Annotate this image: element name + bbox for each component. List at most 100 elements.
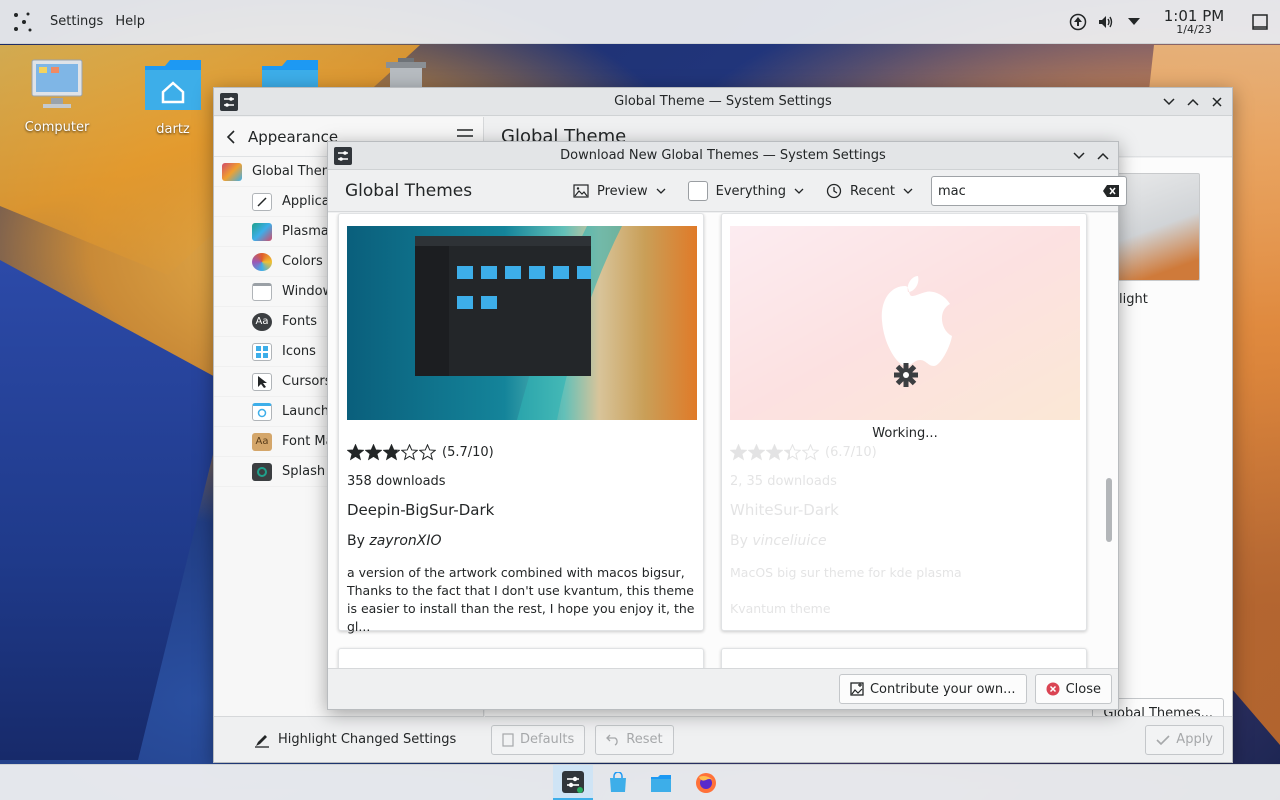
- rating: (5.7/10): [347, 444, 494, 461]
- minimize-button[interactable]: [1160, 93, 1178, 111]
- maximize-button[interactable]: [1184, 93, 1202, 111]
- apply-label: Apply: [1176, 732, 1213, 747]
- task-discover[interactable]: [598, 765, 638, 800]
- download-themes-dialog: Download New Global Themes — System Sett…: [327, 141, 1127, 710]
- dialog-title: Download New Global Themes — System Sett…: [560, 148, 886, 163]
- system-settings-app-icon[interactable]: [220, 93, 238, 115]
- loading-status: Working...: [872, 426, 938, 441]
- tray-expand-icon[interactable]: [1120, 0, 1148, 44]
- theme-screenshot[interactable]: [347, 226, 697, 420]
- discover-store-icon: [610, 772, 626, 792]
- author-prefix: By: [347, 533, 370, 549]
- update-notifier-icon[interactable]: [1064, 0, 1092, 44]
- defaults-button[interactable]: Defaults: [491, 724, 586, 755]
- highlight-label: Highlight Changed Settings: [278, 732, 457, 747]
- titlebar[interactable]: Download New Global Themes — System Sett…: [328, 142, 1118, 170]
- star-icon: [347, 444, 364, 461]
- desktop-icon-label: dartz: [156, 122, 190, 137]
- titlebar[interactable]: Global Theme — System Settings: [214, 88, 1232, 116]
- desktop-icon-dartz[interactable]: dartz: [133, 58, 213, 137]
- font-management-icon: Aa: [252, 432, 272, 451]
- sidebar-back-label[interactable]: Appearance: [248, 128, 338, 146]
- menu-settings[interactable]: Settings: [44, 14, 109, 29]
- highlight-changed-settings-button[interactable]: Highlight Changed Settings: [214, 716, 484, 762]
- firefox-icon: [696, 773, 716, 793]
- menu-help[interactable]: Help: [109, 14, 151, 29]
- back-arrow-icon[interactable]: [226, 129, 236, 144]
- sort-dropdown[interactable]: Recent: [818, 176, 921, 206]
- theme-preview-thumbnail[interactable]: [1115, 173, 1200, 281]
- colors-icon: [252, 252, 272, 271]
- theme-name[interactable]: WhiteSur-Dark: [730, 501, 839, 519]
- app-launcher-button[interactable]: [0, 0, 44, 44]
- gear-icon: [893, 362, 919, 392]
- theme-card[interactable]: (5.7/10) 358 downloads Deepin-BigSur-Dar…: [338, 213, 704, 634]
- system-settings-app-icon[interactable]: [334, 147, 352, 169]
- star-icon: [383, 444, 400, 461]
- task-system-settings[interactable]: [553, 765, 593, 800]
- close-label: Close: [1065, 681, 1101, 697]
- minimize-button[interactable]: [1070, 147, 1088, 165]
- theme-card[interactable]: Working... (6.7/10) 2, 35 downloads Whit…: [721, 213, 1087, 631]
- reset-label: Reset: [626, 732, 663, 747]
- sidebar-item-label: Cursors: [282, 374, 332, 389]
- defaults-label: Defaults: [520, 732, 575, 747]
- chevron-down-icon: [656, 188, 666, 194]
- search-input[interactable]: mac: [930, 176, 1127, 206]
- splash-screen-icon: [252, 462, 272, 481]
- view-mode-label: Preview: [597, 183, 648, 199]
- show-desktop-icon[interactable]: [1240, 0, 1280, 44]
- sort-label: Recent: [850, 183, 895, 199]
- contribute-button[interactable]: Contribute your own...: [838, 674, 1027, 704]
- view-mode-dropdown[interactable]: Preview: [565, 176, 674, 206]
- document-icon: [502, 732, 514, 747]
- author-name: zayronXIO: [369, 533, 442, 549]
- maximize-button[interactable]: [1094, 147, 1112, 165]
- clock-icon: [826, 183, 842, 199]
- desktop-icon-computer[interactable]: Computer: [17, 58, 97, 135]
- close-dialog-button[interactable]: Close: [1034, 674, 1112, 704]
- scrollbar-handle[interactable]: [1106, 478, 1112, 542]
- dialog-heading: Global Themes: [345, 180, 473, 201]
- reset-button[interactable]: Reset: [595, 724, 674, 755]
- clock-time: 1:01 PM: [1163, 6, 1225, 25]
- fonts-icon: Aa: [252, 312, 272, 331]
- themes-list: (5.7/10) 358 downloads Deepin-BigSur-Dar…: [328, 213, 1118, 668]
- theme-author[interactable]: By vinceliuice: [730, 533, 827, 549]
- upload-image-icon: [850, 682, 864, 696]
- chevron-down-icon: [794, 188, 804, 194]
- launch-feedback-icon: [252, 402, 272, 421]
- apply-button[interactable]: Apply: [1145, 724, 1224, 755]
- download-count: 2, 35 downloads: [730, 474, 837, 489]
- window-deco-icon: [252, 282, 272, 301]
- theme-description: MacOS big sur theme for kde plasma: [730, 565, 962, 580]
- window-title: Global Theme — System Settings: [614, 94, 832, 109]
- theme-name[interactable]: Deepin-BigSur-Dark: [347, 501, 494, 519]
- rating-stars: [730, 444, 819, 461]
- theme-author[interactable]: By zayronXIO: [347, 533, 442, 549]
- system-tray: 1:01 PM 1/4/23: [1064, 0, 1280, 44]
- theme-card[interactable]: [721, 648, 1087, 668]
- system-settings-icon: [562, 770, 584, 793]
- filter-checkbox[interactable]: [687, 181, 708, 201]
- chevron-down-icon: [1073, 152, 1085, 160]
- clear-text-icon[interactable]: [1102, 184, 1120, 198]
- theme-card[interactable]: [338, 648, 704, 668]
- sidebar-item-label: Fonts: [282, 314, 318, 329]
- author-name: vinceliuice: [752, 533, 827, 549]
- dialog-toolbar: Global Themes Preview Everything Recent …: [328, 170, 1127, 212]
- digital-clock[interactable]: 1:01 PM 1/4/23: [1154, 8, 1234, 37]
- filter-dropdown[interactable]: Everything: [680, 176, 812, 206]
- rating-stars: [347, 444, 436, 461]
- image-preview-icon: [573, 184, 589, 198]
- task-dolphin[interactable]: [641, 765, 681, 800]
- theme-preview-label: light: [1119, 292, 1148, 307]
- plasma-style-icon: [252, 222, 272, 241]
- close-button[interactable]: [1208, 93, 1226, 111]
- search-value: mac: [937, 183, 966, 199]
- desktop-icon-label: Computer: [24, 120, 90, 135]
- settings-footer: Defaults Reset Apply: [485, 716, 1232, 762]
- task-firefox[interactable]: [686, 765, 726, 800]
- volume-icon[interactable]: [1092, 0, 1120, 44]
- top-panel: Settings Help 1:01 PM 1/4/23: [0, 0, 1280, 44]
